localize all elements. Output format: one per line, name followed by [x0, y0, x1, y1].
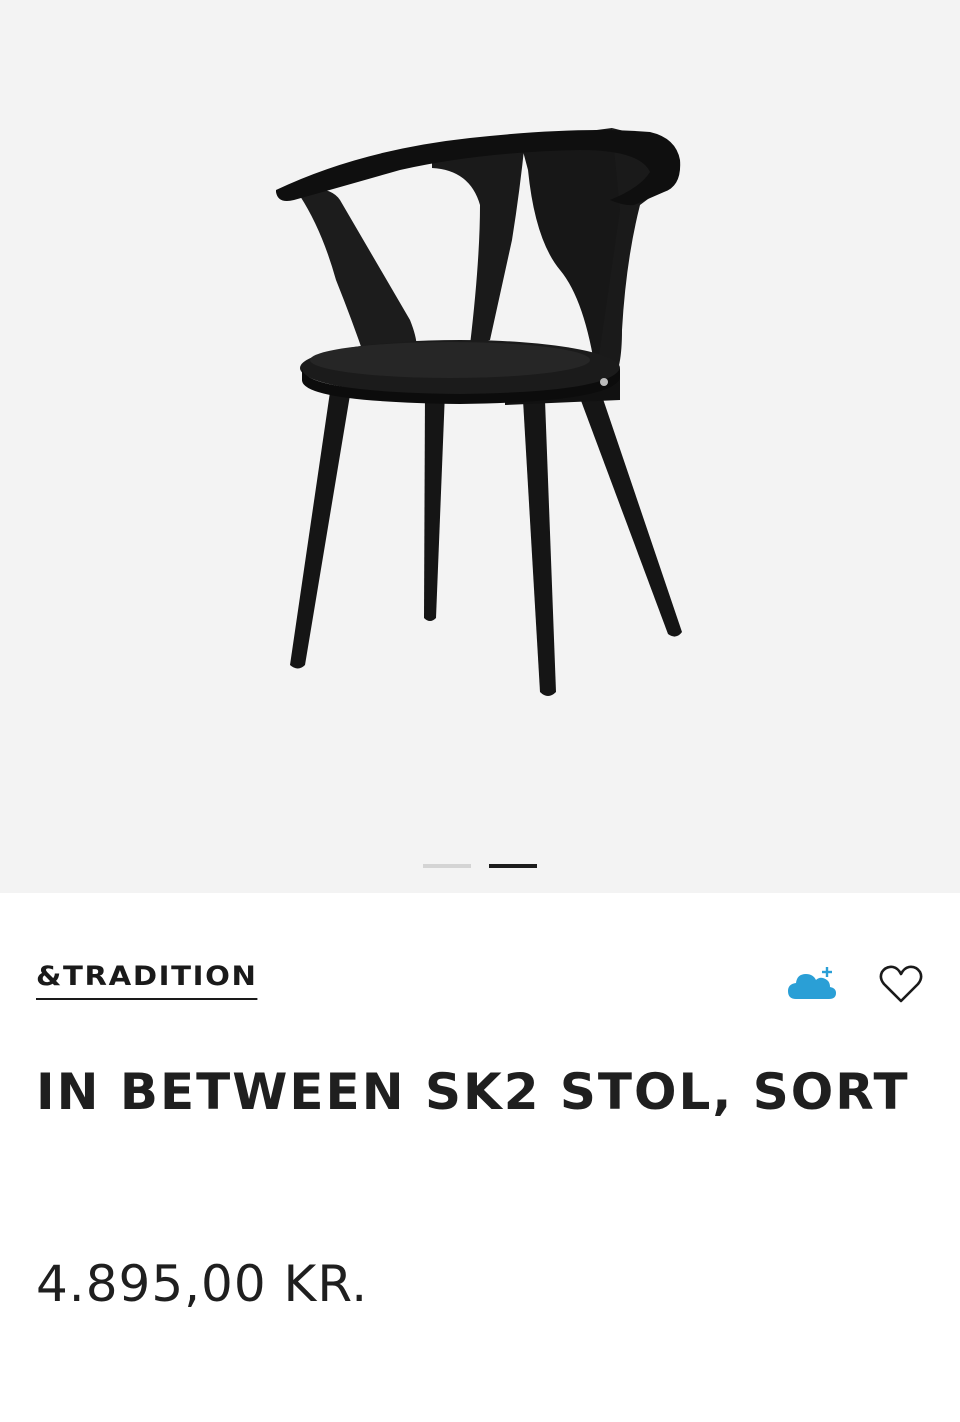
cloud-plus-icon — [788, 967, 836, 999]
product-gallery[interactable] — [0, 0, 960, 893]
add-to-cloud-button[interactable] — [786, 965, 838, 1005]
product-price: 4.895,00 KR. — [36, 1255, 369, 1313]
product-image-chair — [276, 128, 682, 696]
product-info: &TRADITION IN BETWEEN SK2 STOL, SORT 4.8… — [0, 893, 960, 1422]
brand-link[interactable]: &TRADITION — [36, 961, 258, 1001]
favorite-button[interactable] — [878, 963, 924, 1005]
heart-outline-icon — [879, 965, 923, 1003]
pager-dot-1[interactable] — [423, 864, 471, 868]
product-title: IN BETWEEN SK2 STOL, SORT — [36, 1063, 910, 1121]
pager-dot-2-active[interactable] — [489, 864, 537, 868]
gallery-pager — [0, 864, 960, 870]
